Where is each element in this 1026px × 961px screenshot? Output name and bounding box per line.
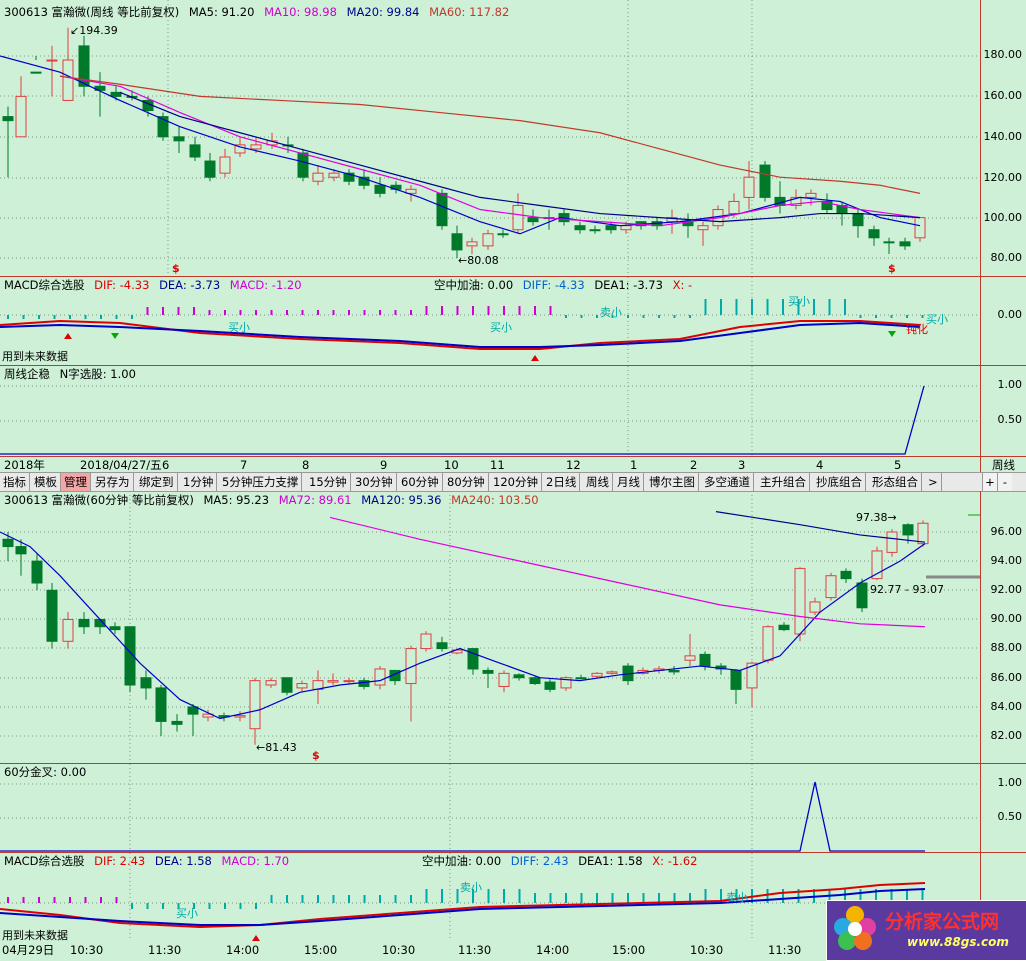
hourly-macd-tag: 买小 <box>176 907 198 920</box>
hourly-high-label: 97.38→ <box>856 511 897 524</box>
weekly-macd-axis: 0.00 <box>997 308 1023 321</box>
hourly-macd-tag: 卖小 <box>726 891 748 904</box>
hourly-cross-axis: 1.00 0.50 <box>997 776 1023 823</box>
tb-manage[interactable]: 管理 <box>61 473 91 491</box>
tb-indicator[interactable]: 指标 <box>0 473 30 491</box>
weekly-macd-pane[interactable]: MACD综合选股 DIF: -4.33 DEA: -3.73 MACD: -1.… <box>0 277 1026 365</box>
hourly-cross-plot <box>0 764 980 852</box>
flower-logo-icon <box>834 906 876 950</box>
tb-template[interactable]: 模板 <box>31 473 61 491</box>
tb-week[interactable]: 周线 <box>583 473 613 491</box>
hourly-marker: $ <box>312 749 320 762</box>
weekly-y-axis: 180.00 160.00 140.00 120.00 100.00 80.00 <box>983 48 1023 264</box>
hourly-range-label: 92.77 - 93.07 <box>870 583 944 596</box>
axis-divider <box>980 491 981 959</box>
tb-15min[interactable]: 15分钟 <box>306 473 351 491</box>
weekly-macd-tag: 卖小 <box>600 306 622 319</box>
weekly-macd-tag: 买小 <box>788 295 810 308</box>
tb-bindto[interactable]: 绑定到 <box>136 473 178 491</box>
hourly-low-label: ←81.43 <box>256 741 297 754</box>
logo-title: 分析家公式网 <box>885 911 1000 933</box>
weekly-macd-footer: 用到未来数据 <box>2 350 68 363</box>
tb-longshort[interactable]: 多空通道 <box>701 473 754 491</box>
weekly-chart-pane[interactable]: 300613 富瀚微(周线 等比前复权) MA5: 91.20 MA10: 98… <box>0 0 1026 276</box>
tb-80min[interactable]: 80分钟 <box>444 473 489 491</box>
weekly-nshape-axis: 1.00 0.50 <box>997 378 1023 426</box>
weekly-buy-marker: $ <box>172 262 180 275</box>
hourly-candles <box>0 491 980 763</box>
tb-bottom[interactable]: 抄底组合 <box>813 473 866 491</box>
tb-5min-pressure[interactable]: 5分钟压力支撑 <box>219 473 303 491</box>
zoom-in-button[interactable]: + <box>982 473 997 491</box>
zoom-out-button[interactable]: - <box>997 473 1012 491</box>
hourly-macd-tag: 卖小 <box>460 881 482 894</box>
hourly-y-axis: 96.00 94.00 92.00 90.00 88.00 86.00 84.0… <box>990 525 1023 742</box>
weekly-sell-marker: $ <box>888 262 896 275</box>
weekly-macd-tag: 钝化 <box>906 323 928 336</box>
tb-boll[interactable]: 博尔主图 <box>646 473 699 491</box>
axis-divider <box>980 0 981 472</box>
tb-1min[interactable]: 1分钟 <box>180 473 218 491</box>
weekly-candles <box>0 0 980 276</box>
tb-120min[interactable]: 120分钟 <box>490 473 542 491</box>
tb-saveas[interactable]: 另存为 <box>92 473 134 491</box>
period-label: 周线 <box>992 458 1015 472</box>
weekly-nshape-plot <box>0 366 980 456</box>
weekly-macd-tag: 买小 <box>490 321 512 334</box>
period-toolbar: 指标 模板 管理 另存为 绑定到 1分钟 5分钟压力支撑 15分钟 30分钟 6… <box>0 472 1026 492</box>
tb-pattern[interactable]: 形态组合 <box>869 473 922 491</box>
hourly-chart-pane[interactable]: 300613 富瀚微(60分钟 等比前复权) MA5: 95.23 MA72: … <box>0 491 1026 763</box>
weekly-low-label: ←80.08 <box>458 254 499 267</box>
tb-2day[interactable]: 2日线 <box>543 473 581 491</box>
tb-60min[interactable]: 60分钟 <box>398 473 443 491</box>
logo-url: www.88gs.com <box>907 935 1009 949</box>
tb-main-rise[interactable]: 主升组合 <box>757 473 810 491</box>
hourly-cross-pane[interactable]: 60分金叉: 0.00 1.00 0.50 <box>0 764 1026 852</box>
weekly-macd-plot <box>0 277 980 365</box>
weekly-macd-tag: 买小 <box>228 321 250 334</box>
weekly-nshape-pane[interactable]: 周线企稳 N字选股: 1.00 1.00 0.50 <box>0 366 1026 456</box>
weekly-macd-tag: 买小 <box>926 313 948 326</box>
hourly-macd-footer: 用到未来数据 <box>2 929 68 942</box>
tb-more[interactable]: > <box>925 473 942 491</box>
site-logo: 分析家公式网 www.88gs.com <box>826 900 1026 961</box>
tb-30min[interactable]: 30分钟 <box>352 473 397 491</box>
weekly-high-label: ↙194.39 <box>70 24 118 37</box>
weekly-time-axis: 2018年 2018/04/27/五 6 7 8 9 10 11 12 1 2 … <box>0 457 1026 473</box>
tb-month[interactable]: 月线 <box>614 473 644 491</box>
